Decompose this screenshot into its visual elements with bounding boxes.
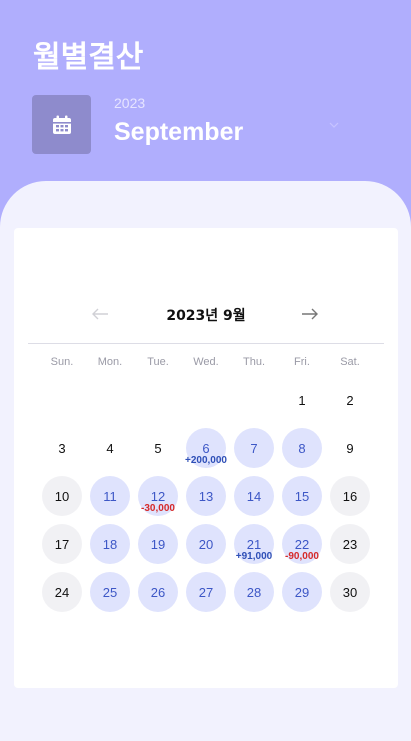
month-selector[interactable]: September	[114, 118, 243, 147]
weekday-label: Mon.	[97, 356, 123, 368]
calendar-icon-tile[interactable]	[32, 95, 91, 154]
chevron-down-icon[interactable]	[329, 120, 339, 130]
day-amount: -90,000	[285, 551, 319, 562]
calendar-day[interactable]: 17	[42, 524, 82, 564]
calendar-divider	[28, 343, 384, 344]
next-month-arrow-icon[interactable]	[300, 305, 320, 323]
calendar-day[interactable]: 3	[42, 428, 82, 468]
weekday-label: Tue.	[147, 356, 169, 368]
calendar-day[interactable]: 2	[330, 380, 370, 420]
calendar-icon	[52, 115, 71, 134]
calendar-day[interactable]: 26	[138, 572, 178, 612]
calendar-day[interactable]: 15	[282, 476, 322, 516]
calendar-day[interactable]: 23	[330, 524, 370, 564]
calendar-day[interactable]: 7	[234, 428, 274, 468]
calendar-day[interactable]: 27	[186, 572, 226, 612]
calendar-day[interactable]: 29	[282, 572, 322, 612]
weekday-label: Wed.	[193, 356, 219, 368]
calendar-day[interactable]: 28	[234, 572, 274, 612]
weekday-label: Sun.	[50, 356, 74, 368]
calendar-month-title: 2023년 9월	[166, 308, 246, 324]
calendar-day[interactable]: 13	[186, 476, 226, 516]
calendar-day[interactable]: 24	[42, 572, 82, 612]
weekday-label: Sat.	[340, 356, 360, 368]
calendar-day[interactable]: 10	[42, 476, 82, 516]
calendar-day[interactable]: 9	[330, 428, 370, 468]
prev-month-arrow-icon[interactable]	[90, 305, 110, 323]
selected-year: 2023	[114, 95, 146, 111]
calendar-day[interactable]: 18	[90, 524, 130, 564]
calendar-day[interactable]: 16	[330, 476, 370, 516]
calendar-day[interactable]: 4	[90, 428, 130, 468]
day-amount: +200,000	[185, 455, 227, 466]
page-title: 월별결산	[33, 40, 144, 75]
day-amount: -30,000	[141, 503, 175, 514]
calendar-day[interactable]: 30	[330, 572, 370, 612]
calendar-day[interactable]: 19	[138, 524, 178, 564]
calendar-day[interactable]: 25	[90, 572, 130, 612]
weekday-label: Thu.	[242, 356, 265, 368]
calendar-day[interactable]: 1	[282, 380, 322, 420]
weekday-label: Fri.	[294, 356, 310, 368]
calendar-day[interactable]: 8	[282, 428, 322, 468]
calendar-day[interactable]: 14	[234, 476, 274, 516]
